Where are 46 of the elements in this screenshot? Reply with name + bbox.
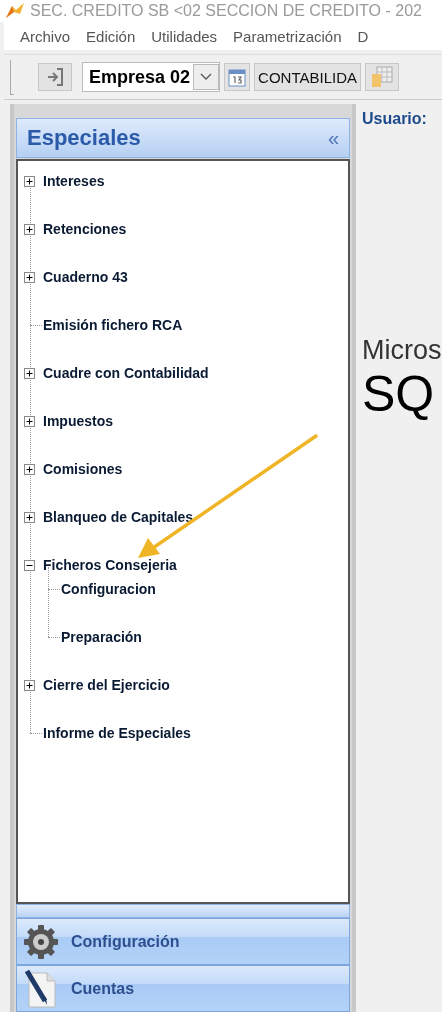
expand-toggle[interactable] xyxy=(24,679,35,691)
tree-item[interactable]: Impuestos xyxy=(43,413,113,429)
expand-toggle[interactable] xyxy=(24,271,35,283)
tree-item[interactable]: Intereses xyxy=(43,173,105,189)
gear-icon xyxy=(23,923,59,960)
panel-title: Especiales xyxy=(27,125,141,151)
section-button[interactable]: Configuración xyxy=(16,918,350,965)
menu-item[interactable]: Parametrización xyxy=(233,27,342,45)
tree-item[interactable]: Cuadre con Contabilidad xyxy=(43,365,209,381)
exit-icon xyxy=(46,67,64,87)
section-button[interactable]: Cuentas xyxy=(16,965,350,1012)
tree-item[interactable]: Ficheros Consejeria xyxy=(43,557,177,573)
tree-item[interactable]: Blanqueo de Capitales xyxy=(43,509,194,525)
tree-item[interactable]: Cuaderno 43 xyxy=(43,269,128,285)
menu-item[interactable]: D xyxy=(357,27,369,45)
tree-item[interactable]: Preparación xyxy=(61,629,142,645)
expand-toggle[interactable] xyxy=(24,511,35,523)
window-title: SEC. CREDITO SB <02 SECCION DE CREDITO - 202 xyxy=(30,2,422,20)
expand-toggle[interactable] xyxy=(24,415,35,427)
module-button[interactable]: CONTABILIDA xyxy=(254,63,361,91)
app-logo-icon xyxy=(4,2,26,20)
tree-item[interactable]: Configuracion xyxy=(61,581,156,597)
logo-text: SQ xyxy=(362,365,435,424)
collapse-toggle[interactable] xyxy=(24,559,35,571)
user-label: Usuario: xyxy=(362,110,428,128)
tree-item[interactable]: Comisiones xyxy=(43,461,123,477)
tree-item[interactable]: Informe de Especiales xyxy=(43,725,191,741)
document-pen-icon xyxy=(23,968,59,1009)
tree-item[interactable]: Cierre del Ejercicio xyxy=(43,677,170,693)
menu-item[interactable]: Utilidades xyxy=(151,27,218,45)
calendar-button[interactable] xyxy=(224,63,251,91)
company-dropdown[interactable]: Empresa 02 xyxy=(82,62,221,92)
table-icon xyxy=(371,66,393,88)
menu-item[interactable]: Archivo xyxy=(20,27,71,45)
expand-toggle[interactable] xyxy=(24,175,35,187)
menu-item[interactable]: Edición xyxy=(86,27,136,45)
expand-toggle[interactable] xyxy=(24,223,35,235)
exit-button[interactable] xyxy=(38,63,72,91)
splitter-handle[interactable] xyxy=(16,904,350,918)
caret-icon xyxy=(200,73,213,81)
logo-text: Micros xyxy=(362,336,442,364)
calendar-icon xyxy=(228,67,247,87)
expand-toggle[interactable] xyxy=(24,367,35,379)
tree-item[interactable]: Emisión fichero RCA xyxy=(43,317,183,333)
expand-toggle[interactable] xyxy=(24,463,35,475)
tree-item[interactable]: Retenciones xyxy=(43,221,127,237)
